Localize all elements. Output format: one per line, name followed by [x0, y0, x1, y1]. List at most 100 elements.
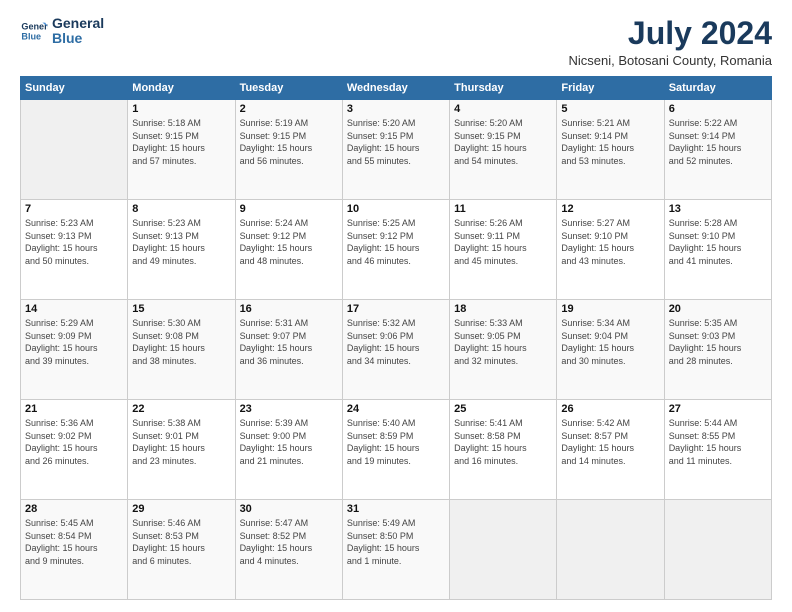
- day-number: 8: [132, 203, 230, 215]
- main-title: July 2024: [568, 16, 772, 51]
- calendar-cell: 31 Sunrise: 5:49 AM Sunset: 8:50 PM Dayli…: [342, 500, 449, 600]
- calendar-cell: 25 Sunrise: 5:41 AM Sunset: 8:58 PM Dayli…: [450, 400, 557, 500]
- calendar-week-row: 1 Sunrise: 5:18 AM Sunset: 9:15 PM Daylig…: [21, 100, 772, 200]
- day-number: 3: [347, 103, 445, 115]
- day-number: 25: [454, 403, 552, 415]
- calendar-cell: 26Sunrise: 5:42 AM Sunset: 8:57 PM Dayli…: [557, 400, 664, 500]
- cell-content: Sunrise: 5:46 AM Sunset: 8:53 PM Dayligh…: [132, 517, 230, 567]
- cell-content: Sunrise: 5:27 AM Sunset: 9:10 PM Dayligh…: [561, 217, 659, 267]
- calendar-header-sunday: Sunday: [21, 77, 128, 100]
- calendar-cell: [557, 500, 664, 600]
- calendar-cell: [21, 100, 128, 200]
- title-section: July 2024 Nicseni, Botosani County, Roma…: [568, 16, 772, 68]
- calendar-header-tuesday: Tuesday: [235, 77, 342, 100]
- cell-content: Sunrise: 5:49 AM Sunset: 8:50 PM Dayligh…: [347, 517, 445, 567]
- cell-content: Sunrise: 5:20 AM Sunset: 9:15 PM Dayligh…: [347, 117, 445, 167]
- day-number: 10: [347, 203, 445, 215]
- logo-icon: General Blue: [20, 17, 48, 45]
- cell-content: Sunrise: 5:39 AM Sunset: 9:00 PM Dayligh…: [240, 417, 338, 467]
- day-number: 28: [25, 503, 123, 515]
- day-number: 1: [132, 103, 230, 115]
- calendar-cell: 1 Sunrise: 5:18 AM Sunset: 9:15 PM Daylig…: [128, 100, 235, 200]
- calendar-header-monday: Monday: [128, 77, 235, 100]
- calendar-cell: 3 Sunrise: 5:20 AM Sunset: 9:15 PM Daylig…: [342, 100, 449, 200]
- cell-content: Sunrise: 5:45 AM Sunset: 8:54 PM Dayligh…: [25, 517, 123, 567]
- logo-wordmark: General Blue: [52, 16, 104, 47]
- calendar-cell: 22Sunrise: 5:38 AM Sunset: 9:01 PM Dayli…: [128, 400, 235, 500]
- calendar-header-saturday: Saturday: [664, 77, 771, 100]
- calendar-cell: 18 Sunrise: 5:33 AM Sunset: 9:05 PM Dayli…: [450, 300, 557, 400]
- day-number: 23: [240, 403, 338, 415]
- day-number: 9: [240, 203, 338, 215]
- cell-content: Sunrise: 5:32 AM Sunset: 9:06 PM Dayligh…: [347, 317, 445, 367]
- calendar-cell: 20Sunrise: 5:35 AM Sunset: 9:03 PM Dayli…: [664, 300, 771, 400]
- day-number: 30: [240, 503, 338, 515]
- day-number: 7: [25, 203, 123, 215]
- day-number: 4: [454, 103, 552, 115]
- calendar-cell: 19Sunrise: 5:34 AM Sunset: 9:04 PM Dayli…: [557, 300, 664, 400]
- logo: General Blue General Blue: [20, 16, 104, 47]
- day-number: 19: [561, 303, 659, 315]
- calendar-cell: 27Sunrise: 5:44 AM Sunset: 8:55 PM Dayli…: [664, 400, 771, 500]
- calendar-cell: 12 Sunrise: 5:27 AM Sunset: 9:10 PM Dayli…: [557, 200, 664, 300]
- day-number: 29: [132, 503, 230, 515]
- day-number: 2: [240, 103, 338, 115]
- cell-content: Sunrise: 5:24 AM Sunset: 9:12 PM Dayligh…: [240, 217, 338, 267]
- calendar-cell: 17Sunrise: 5:32 AM Sunset: 9:06 PM Dayli…: [342, 300, 449, 400]
- day-number: 6: [669, 103, 767, 115]
- calendar-cell: 29 Sunrise: 5:46 AM Sunset: 8:53 PM Dayli…: [128, 500, 235, 600]
- calendar-week-row: 14 Sunrise: 5:29 AM Sunset: 9:09 PM Dayli…: [21, 300, 772, 400]
- calendar-header-thursday: Thursday: [450, 77, 557, 100]
- cell-content: Sunrise: 5:21 AM Sunset: 9:14 PM Dayligh…: [561, 117, 659, 167]
- cell-content: Sunrise: 5:40 AM Sunset: 8:59 PM Dayligh…: [347, 417, 445, 467]
- cell-content: Sunrise: 5:44 AM Sunset: 8:55 PM Dayligh…: [669, 417, 767, 467]
- calendar-cell: 23 Sunrise: 5:39 AM Sunset: 9:00 PM Dayli…: [235, 400, 342, 500]
- day-number: 16: [240, 303, 338, 315]
- calendar-week-row: 21 Sunrise: 5:36 AM Sunset: 9:02 PM Dayli…: [21, 400, 772, 500]
- day-number: 31: [347, 503, 445, 515]
- calendar-cell: [664, 500, 771, 600]
- day-number: 24: [347, 403, 445, 415]
- calendar-week-row: 28 Sunrise: 5:45 AM Sunset: 8:54 PM Dayli…: [21, 500, 772, 600]
- calendar-cell: 15Sunrise: 5:30 AM Sunset: 9:08 PM Dayli…: [128, 300, 235, 400]
- cell-content: Sunrise: 5:33 AM Sunset: 9:05 PM Dayligh…: [454, 317, 552, 367]
- logo-line2: Blue: [52, 31, 104, 46]
- subtitle: Nicseni, Botosani County, Romania: [568, 53, 772, 68]
- calendar-cell: 6Sunrise: 5:22 AM Sunset: 9:14 PM Daylig…: [664, 100, 771, 200]
- header: General Blue General Blue July 2024 Nics…: [20, 16, 772, 68]
- cell-content: Sunrise: 5:41 AM Sunset: 8:58 PM Dayligh…: [454, 417, 552, 467]
- calendar-cell: 4Sunrise: 5:20 AM Sunset: 9:15 PM Daylig…: [450, 100, 557, 200]
- cell-content: Sunrise: 5:18 AM Sunset: 9:15 PM Dayligh…: [132, 117, 230, 167]
- cell-content: Sunrise: 5:19 AM Sunset: 9:15 PM Dayligh…: [240, 117, 338, 167]
- cell-content: Sunrise: 5:23 AM Sunset: 9:13 PM Dayligh…: [25, 217, 123, 267]
- page: General Blue General Blue July 2024 Nics…: [0, 0, 792, 612]
- cell-content: Sunrise: 5:42 AM Sunset: 8:57 PM Dayligh…: [561, 417, 659, 467]
- cell-content: Sunrise: 5:23 AM Sunset: 9:13 PM Dayligh…: [132, 217, 230, 267]
- calendar-cell: 21 Sunrise: 5:36 AM Sunset: 9:02 PM Dayli…: [21, 400, 128, 500]
- day-number: 15: [132, 303, 230, 315]
- calendar-cell: 13Sunrise: 5:28 AM Sunset: 9:10 PM Dayli…: [664, 200, 771, 300]
- calendar-cell: 10 Sunrise: 5:25 AM Sunset: 9:12 PM Dayli…: [342, 200, 449, 300]
- calendar-header-row: SundayMondayTuesdayWednesdayThursdayFrid…: [21, 77, 772, 100]
- calendar-cell: 24 Sunrise: 5:40 AM Sunset: 8:59 PM Dayli…: [342, 400, 449, 500]
- day-number: 14: [25, 303, 123, 315]
- day-number: 18: [454, 303, 552, 315]
- day-number: 13: [669, 203, 767, 215]
- calendar-cell: 5Sunrise: 5:21 AM Sunset: 9:14 PM Daylig…: [557, 100, 664, 200]
- calendar-cell: 8 Sunrise: 5:23 AM Sunset: 9:13 PM Daylig…: [128, 200, 235, 300]
- svg-text:Blue: Blue: [21, 32, 41, 42]
- cell-content: Sunrise: 5:26 AM Sunset: 9:11 PM Dayligh…: [454, 217, 552, 267]
- calendar-cell: [450, 500, 557, 600]
- cell-content: Sunrise: 5:29 AM Sunset: 9:09 PM Dayligh…: [25, 317, 123, 367]
- calendar-cell: 7 Sunrise: 5:23 AM Sunset: 9:13 PM Daylig…: [21, 200, 128, 300]
- day-number: 12: [561, 203, 659, 215]
- day-number: 22: [132, 403, 230, 415]
- cell-content: Sunrise: 5:47 AM Sunset: 8:52 PM Dayligh…: [240, 517, 338, 567]
- cell-content: Sunrise: 5:25 AM Sunset: 9:12 PM Dayligh…: [347, 217, 445, 267]
- calendar-header-friday: Friday: [557, 77, 664, 100]
- day-number: 21: [25, 403, 123, 415]
- cell-content: Sunrise: 5:36 AM Sunset: 9:02 PM Dayligh…: [25, 417, 123, 467]
- calendar-cell: 9 Sunrise: 5:24 AM Sunset: 9:12 PM Daylig…: [235, 200, 342, 300]
- calendar-cell: 28 Sunrise: 5:45 AM Sunset: 8:54 PM Dayli…: [21, 500, 128, 600]
- calendar-cell: 30 Sunrise: 5:47 AM Sunset: 8:52 PM Dayli…: [235, 500, 342, 600]
